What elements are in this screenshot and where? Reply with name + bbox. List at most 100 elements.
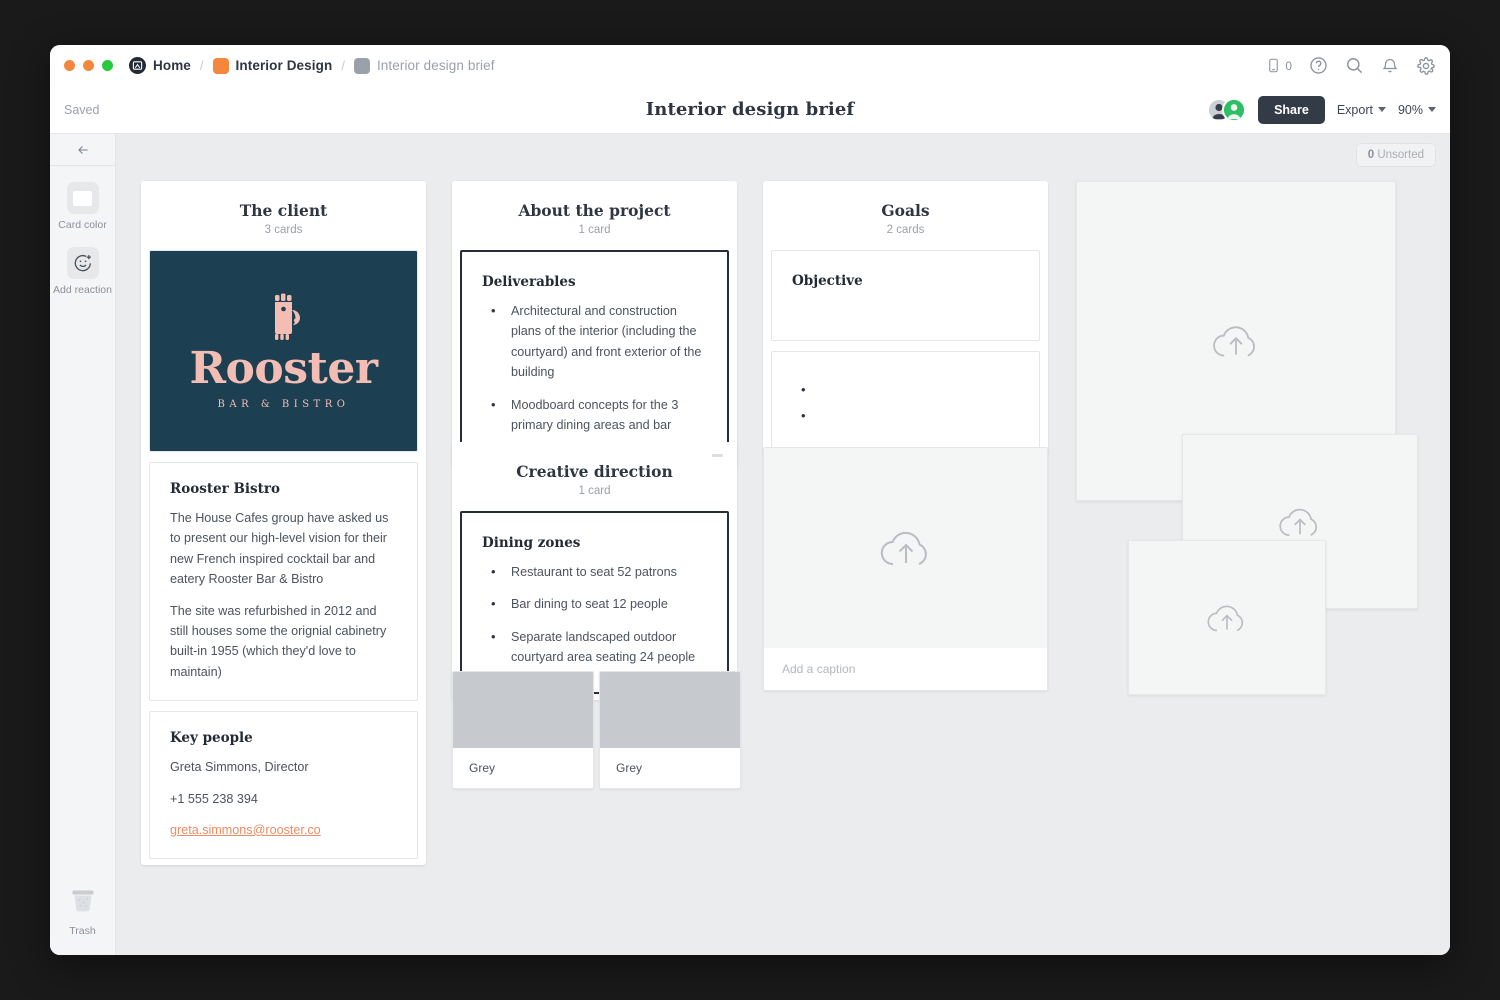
app-logo-icon [129,57,146,74]
column-header: Creative direction 1 card [452,442,737,511]
chevron-down-icon [1377,107,1386,112]
list-item: Architectural and construction plans of … [482,300,707,383]
close-window-button[interactable] [64,60,75,71]
titlebar-actions: 0 [1266,56,1436,76]
project-color-swatch-icon [212,57,229,74]
tool-card-color-label: Card color [58,219,107,231]
tool-add-reaction[interactable]: Add reaction [53,247,112,296]
rail-back-button[interactable] [50,134,115,166]
gear-icon[interactable] [1416,56,1436,76]
column-card-count: 2 cards [886,224,925,236]
export-menu-button[interactable]: Export [1337,103,1386,117]
swatch-label: Grey [616,761,643,775]
chevron-down-icon [1428,107,1436,112]
column-body: Rooster BAR & BISTRO Rooster Bistro The … [141,250,426,860]
card-title: Rooster Bistro [170,481,280,497]
card-bullet-list: Architectural and construction plans of … [482,300,707,435]
breadcrumb-separator-1: / [199,58,204,73]
column-header: About the project 1 card [452,181,737,250]
upload-dropzone[interactable] [764,448,1047,648]
cloud-upload-icon [1279,508,1318,536]
zoom-window-button[interactable] [102,60,113,71]
unsorted-count: 0 [1367,149,1375,161]
bell-icon[interactable] [1381,56,1399,75]
column-goals[interactable]: Goals 2 cards Objective [763,181,1048,455]
breadcrumb-project-label: Interior Design [235,58,333,73]
column-title: About the project [518,201,671,220]
column-card-count: 3 cards [264,224,303,236]
card-objective[interactable]: Objective [771,250,1040,341]
swatch-color-fill [600,672,740,748]
column-body: Dining zones Restaurant to seat 52 patro… [452,511,737,694]
smiley-plus-icon [66,247,99,279]
search-icon[interactable] [1345,56,1364,75]
card-deliverables[interactable]: Deliverables Architectural and construct… [460,250,729,462]
zoom-level-menu-button[interactable]: 90% [1398,103,1436,117]
collaborator-avatars[interactable] [1207,97,1247,122]
card-color-swatch[interactable]: Grey [452,671,594,789]
action-bar-buttons: Share Export 90% [1207,95,1436,124]
breadcrumb-document-label: Interior design brief [376,58,495,73]
card-title: Deliverables [482,274,576,290]
tool-card-color[interactable]: Card color [58,182,107,231]
column-title: Goals [881,201,930,220]
minimize-window-button[interactable] [83,60,94,71]
swatch-label: Grey [469,761,496,775]
column-title: Creative direction [516,462,673,481]
column-about-the-project[interactable]: About the project 1 card Deliverables Ar… [452,181,737,468]
card-color-swatch[interactable]: Grey [599,671,741,789]
card-goals-bullets[interactable] [771,351,1040,449]
trash-button[interactable]: Trash [68,885,98,937]
unsorted-label: Unsorted [1377,149,1424,161]
rooster-icon [274,293,300,340]
card-title: Objective [792,273,863,289]
contact-email-link[interactable]: greta.simmons@rooster.co [170,823,321,837]
card-rooster-bistro[interactable]: Rooster Bistro The House Cafes group hav… [149,462,418,702]
breadcrumb-separator-2: / [341,58,345,73]
collapse-column-icon[interactable] [712,454,723,457]
mobile-preview-button[interactable]: 0 [1266,57,1292,74]
brand-logo-artwork: Rooster BAR & BISTRO [150,251,417,451]
cloud-upload-icon [1207,605,1244,631]
column-the-client[interactable]: The client 3 cards Rooster BAR & BISTRO … [141,181,426,866]
mobile-preview-count: 0 [1285,58,1292,73]
upload-card-small[interactable] [1128,540,1326,695]
list-item [792,379,1019,400]
trash-label: Trash [69,925,96,937]
card-title: Key people [170,730,253,747]
card-brand-logo[interactable]: Rooster BAR & BISTRO [149,250,418,452]
card-bullet-list [792,379,1019,426]
breadcrumb-item-project[interactable]: Interior Design [212,57,333,74]
tool-add-reaction-label: Add reaction [53,284,112,296]
share-button[interactable]: Share [1258,95,1325,124]
avatar[interactable] [1222,97,1247,122]
breadcrumb-item-document[interactable]: Interior design brief [353,57,495,74]
list-item [792,405,1019,426]
unsorted-chip[interactable]: 0 Unsorted [1355,143,1436,167]
breadcrumb-item-home[interactable]: Home [129,57,191,74]
breadcrumb-home-label: Home [153,58,191,73]
breadcrumb: Home / Interior Design / Interior design… [129,57,495,74]
card-key-people[interactable]: Key people Greta Simmons, Director +1 55… [149,711,418,860]
zoom-level-label: 90% [1397,102,1423,117]
question-circle-icon[interactable] [1309,56,1328,75]
column-creative-direction[interactable]: Creative direction 1 card Dining zones R… [452,442,737,700]
card-color-icon [66,182,99,214]
card-dining-zones[interactable]: Dining zones Restaurant to seat 52 patro… [460,511,729,694]
upload-card-goals[interactable]: Add a caption [763,447,1048,691]
saved-status: Saved [64,102,100,117]
column-title: The client [239,201,328,220]
contact-name: Greta Simmons, Director [170,760,309,775]
card-title: Dining zones [482,535,581,551]
board-canvas[interactable]: 0 Unsorted The client 3 cards Rooster BA… [116,134,1450,955]
caption-input[interactable]: Add a caption [764,648,1047,690]
card-paragraph: The site was refurbished in 2012 and sti… [170,603,387,679]
export-label: Export [1336,102,1373,117]
column-body: Objective [763,250,1048,449]
list-item: Separate landscaped outdoor courtyard ar… [482,626,707,668]
contact-phone: +1 555 238 394 [170,791,258,806]
app-window: Home / Interior Design / Interior design… [50,45,1450,955]
card-paragraph: The House Cafes group have asked us to p… [170,511,389,587]
column-card-count: 1 card [578,485,611,497]
titlebar: Home / Interior Design / Interior design… [50,45,1450,86]
